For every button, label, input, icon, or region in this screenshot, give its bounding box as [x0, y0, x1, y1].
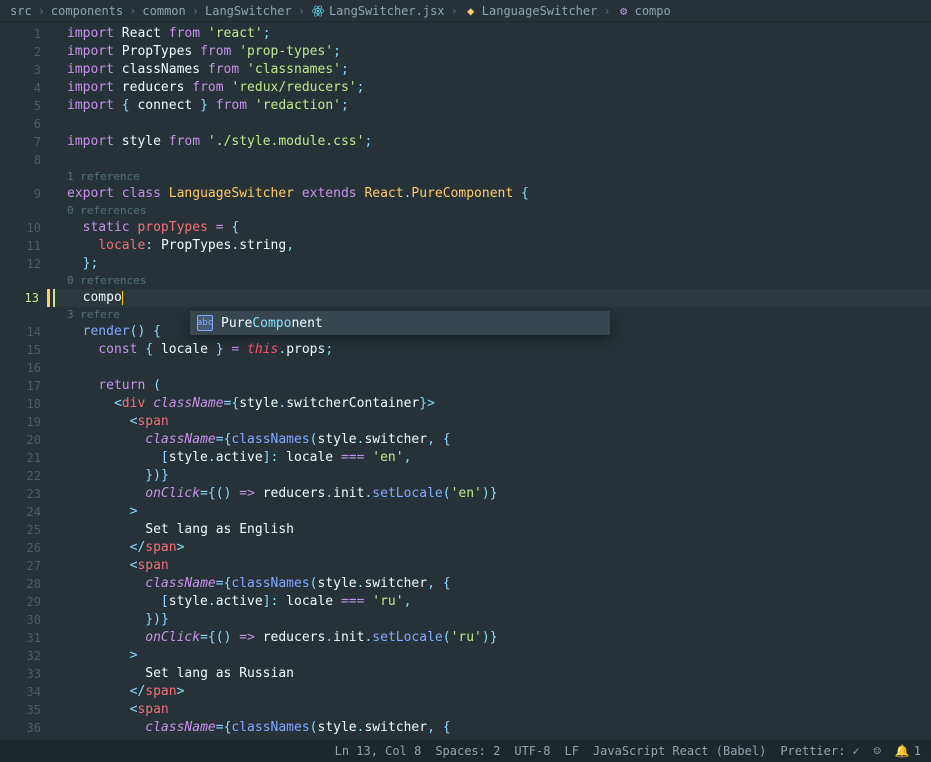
line-number-gutter: 1 2 3 4 5 6 7 8 9 10 11 12 13 14 15 16 1… — [0, 22, 55, 740]
autocomplete-item[interactable]: abc PureComponent — [191, 312, 609, 334]
status-eol[interactable]: LF — [564, 744, 578, 758]
chevron-right-icon: › — [298, 4, 305, 18]
editor-area[interactable]: 1 2 3 4 5 6 7 8 9 10 11 12 13 14 15 16 1… — [0, 22, 931, 740]
codelens-references[interactable]: 1 reference — [55, 169, 931, 185]
breadcrumb-item-src[interactable]: src — [10, 4, 32, 18]
react-file-icon — [311, 4, 325, 18]
breadcrumb-item-file[interactable]: LangSwitcher.jsx — [311, 4, 445, 18]
breadcrumb: src › components › common › LangSwitcher… — [0, 0, 931, 22]
codelens-references[interactable]: 0 references — [55, 203, 931, 219]
symbol-variable-icon: abc — [197, 315, 213, 331]
status-language[interactable]: JavaScript React (Babel) — [593, 744, 766, 758]
symbol-method-icon: ⚙ — [617, 4, 631, 18]
chevron-right-icon: › — [603, 4, 610, 18]
symbol-class-icon: ◆ — [464, 4, 478, 18]
breadcrumb-item-symbol[interactable]: ⚙ compo — [617, 4, 671, 18]
bell-icon: 🔔 — [895, 744, 910, 758]
status-encoding[interactable]: UTF-8 — [514, 744, 550, 758]
status-prettier[interactable]: Prettier: — [780, 744, 859, 758]
feedback-icon[interactable]: ☺ — [874, 744, 881, 758]
breadcrumb-item-common[interactable]: common — [142, 4, 185, 18]
status-indentation[interactable]: Spaces: 2 — [435, 744, 500, 758]
autocomplete-popup[interactable]: abc PureComponent — [190, 311, 610, 335]
breadcrumb-item-class[interactable]: ◆ LanguageSwitcher — [464, 4, 598, 18]
notifications-button[interactable]: 🔔 1 — [895, 744, 921, 758]
text-cursor — [122, 291, 123, 305]
breadcrumb-item-components[interactable]: components — [51, 4, 123, 18]
code-content[interactable]: import React from 'react'; import PropTy… — [55, 22, 931, 740]
chevron-right-icon: › — [129, 4, 136, 18]
chevron-right-icon: › — [192, 4, 199, 18]
status-bar: Ln 13, Col 8 Spaces: 2 UTF-8 LF JavaScri… — [0, 740, 931, 762]
chevron-right-icon: › — [451, 4, 458, 18]
breadcrumb-item-folder[interactable]: LangSwitcher — [205, 4, 292, 18]
codelens-references[interactable]: 0 references — [55, 273, 931, 289]
chevron-right-icon: › — [38, 4, 45, 18]
status-cursor-position[interactable]: Ln 13, Col 8 — [335, 744, 422, 758]
